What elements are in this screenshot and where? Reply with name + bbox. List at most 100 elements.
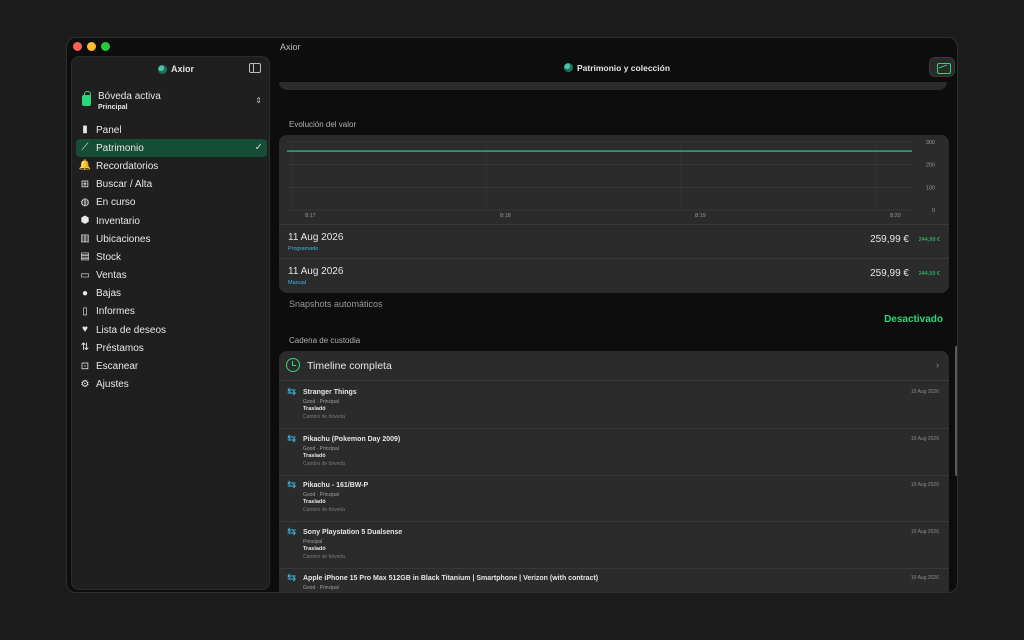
value-chart-svg: 300 200 100 0 8:17 8:18 8:19 8:20 bbox=[287, 140, 935, 219]
line-chart-icon: ⟋ bbox=[81, 142, 89, 154]
heart-icon: ♥ bbox=[82, 324, 88, 336]
timeline-item-note: Cambio de bóveda bbox=[303, 507, 345, 513]
timeline-item-action: Trasladó bbox=[303, 592, 326, 593]
timeline-item-date: 10 Aug 2026 bbox=[910, 575, 939, 581]
chart-y-tick: 300 bbox=[926, 140, 935, 146]
chart-y-tick: 200 bbox=[926, 163, 935, 169]
close-window-button[interactable] bbox=[73, 42, 82, 51]
sidebar-app-title: Axior bbox=[158, 64, 194, 74]
timeline-item-action: Trasladó bbox=[303, 499, 326, 505]
chevron-updown-icon: ⇕ bbox=[255, 96, 262, 105]
snapshot-delta: 244,99 € bbox=[918, 237, 940, 243]
timeline-item[interactable]: ⇆ Sony Playstation 5 Dualsense Principal Tr… bbox=[279, 522, 949, 569]
timeline-item-action: Trasladó bbox=[303, 452, 326, 459]
sidebar-item-informes[interactable]: ▯ Informes bbox=[76, 303, 267, 321]
snapshot-value: 259,99 € bbox=[870, 268, 909, 279]
map-icon: ▥ bbox=[80, 233, 90, 245]
sidebar-item-recordatorios[interactable]: 🔔 Recordatorios bbox=[76, 157, 267, 175]
bar-chart-icon: ▮ bbox=[82, 124, 88, 136]
sidebar-item-bajas[interactable]: ● Bajas bbox=[76, 285, 267, 303]
value-chart: 300 200 100 0 8:17 8:18 8:19 8:20 bbox=[287, 140, 937, 222]
transfer-arrows-icon: ⇆ bbox=[287, 479, 297, 491]
coin-icon: ● bbox=[81, 287, 89, 299]
sidebar-item-ubicaciones[interactable]: ▥ Ubicaciones bbox=[76, 230, 267, 248]
value-section-label: Evolución del valor bbox=[289, 120, 357, 129]
sidebar-item-label: Inventario bbox=[96, 215, 140, 227]
page-title: Patrimonio y colección bbox=[275, 63, 957, 73]
sidebar-item-ventas[interactable]: ▭ Ventas bbox=[76, 267, 267, 285]
sidebar-item-label: Escanear bbox=[96, 361, 139, 373]
timeline-item-title: Stranger Things bbox=[303, 389, 357, 396]
timeline-item-note: Cambio de bóveda bbox=[303, 553, 345, 560]
snapshot-row[interactable]: 11 Aug 2026 Programado 259,99 € 244,99 € bbox=[279, 224, 949, 258]
timeline-item-date: 10 Aug 2026 bbox=[910, 435, 939, 442]
sidebar-item-label: Ajustes bbox=[96, 379, 129, 391]
auto-snapshots-label: Snapshots automáticos bbox=[289, 299, 383, 309]
archive-icon: ▤ bbox=[80, 251, 90, 263]
sidebar-item-inventario[interactable]: ⬢ Inventario bbox=[76, 212, 267, 230]
sidebar-nav: ▮ Panel ⟋ Patrimonio ✓ 🔔 Recordatorios ⊞ Buscar … bbox=[76, 121, 267, 394]
ticket-icon: ▭ bbox=[80, 269, 90, 281]
box-icon: ⬢ bbox=[80, 215, 90, 227]
vault-subtitle: Principal bbox=[98, 104, 128, 111]
timeline-item-title: Pikachu (Pokemon Day 2009) bbox=[303, 435, 401, 443]
timeline-item-subtitle: Principal bbox=[303, 538, 323, 545]
sidebar-item-label: Buscar / Alta bbox=[96, 179, 153, 191]
timeline-item-title: Apple iPhone 15 Pro Max 512GB in Black T… bbox=[303, 575, 599, 582]
timeline-item-date: 10 Aug 2026 bbox=[910, 482, 939, 488]
sidebar-item-en-curso[interactable]: ◍ En curso bbox=[76, 194, 267, 212]
sidebar-item-panel[interactable]: ▮ Panel bbox=[76, 121, 267, 139]
previous-card-edge bbox=[279, 82, 947, 90]
sidebar-item-préstamos[interactable]: ⇅ Préstamos bbox=[76, 339, 267, 357]
timeline-item-subtitle: Good · Principal bbox=[303, 445, 339, 452]
sidebar-item-ajustes[interactable]: ⚙ Ajustes bbox=[76, 376, 267, 394]
timeline-item[interactable]: ⇆ Pikachu (Pokemon Day 2009) Good · Princi… bbox=[279, 429, 949, 476]
sidebar-item-label: Lista de deseos bbox=[96, 324, 167, 336]
page-title-text: Patrimonio y colección bbox=[576, 63, 671, 73]
chart-x-tick: 8:18 bbox=[500, 213, 511, 219]
sidebar-item-lista-de-deseos[interactable]: ♥ Lista de deseos bbox=[76, 321, 267, 339]
sidebar-item-label: Panel bbox=[96, 124, 122, 136]
scrollbar[interactable] bbox=[955, 346, 957, 476]
chart-toolbar-button[interactable] bbox=[929, 57, 955, 77]
app-window: Axior Axior Bóveda activa Principal ⇕ ▮ P… bbox=[66, 37, 958, 593]
title-bar: Axior bbox=[67, 38, 957, 56]
sidebar-item-patrimonio[interactable]: ⟋ Patrimonio ✓ bbox=[76, 139, 267, 158]
timeline-item[interactable]: ⇆ Stranger Things Good · Principal Trasladó… bbox=[279, 382, 949, 429]
chart-x-tick: 8:17 bbox=[305, 213, 316, 219]
snapshot-date: 11 Aug 2026 bbox=[288, 232, 344, 243]
chart-y-tick: 100 bbox=[926, 185, 935, 191]
transfer-arrows-icon: ⇆ bbox=[287, 386, 297, 398]
window-title: Axior bbox=[280, 42, 301, 52]
minimize-window-button[interactable] bbox=[87, 42, 96, 51]
timeline-item[interactable]: ⇆ Pikachu - 161/BW-P Good · Principal Trasl… bbox=[279, 475, 949, 522]
snapshot-row[interactable]: 11 Aug 2026 Manual 259,99 € 244,99 € bbox=[279, 258, 949, 292]
snapshot-type: Programado bbox=[288, 246, 319, 252]
auto-snapshots-toggle[interactable]: Desactivado bbox=[884, 314, 943, 325]
zoom-window-button[interactable] bbox=[101, 42, 110, 51]
vault-selector[interactable]: Bóveda activa Principal ⇕ bbox=[80, 89, 266, 115]
sidebar-item-stock[interactable]: ▤ Stock bbox=[76, 248, 267, 266]
sidebar-item-label: Patrimonio bbox=[96, 142, 144, 154]
sidebar-item-label: Recordatorios bbox=[96, 160, 159, 172]
checkmark-icon: ✓ bbox=[254, 142, 263, 154]
chart-x-tick: 8:20 bbox=[890, 213, 901, 219]
transfer-icon: ⇅ bbox=[80, 342, 90, 354]
chart-x-tick: 8:19 bbox=[695, 213, 706, 219]
grid-search-icon: ⊞ bbox=[80, 178, 90, 190]
globe-icon bbox=[158, 64, 167, 74]
sidebar-item-buscar-alta[interactable]: ⊞ Buscar / Alta bbox=[76, 176, 267, 194]
sidebar-toggle-icon[interactable] bbox=[249, 63, 261, 73]
transfer-arrows-icon: ⇆ bbox=[287, 525, 297, 538]
timeline-item[interactable]: ⇆ Apple iPhone 15 Pro Max 512GB in Black … bbox=[279, 568, 949, 593]
value-chart-card: 300 200 100 0 8:17 8:18 8:19 8:20 11 Aug 2026 P… bbox=[279, 135, 949, 293]
timeline-header-row[interactable]: Timeline completa › bbox=[279, 351, 949, 381]
sidebar-item-escanear[interactable]: ⊡ Escanear bbox=[76, 357, 267, 375]
sidebar-item-label: Stock bbox=[96, 251, 122, 263]
sidebar-item-label: En curso bbox=[96, 197, 136, 209]
bell-icon: 🔔 bbox=[78, 160, 92, 172]
timeline-item-title: Pikachu - 161/BW-P bbox=[303, 482, 369, 489]
custody-section-label: Cadena de custodia bbox=[289, 336, 361, 345]
report-icon: ▯ bbox=[82, 305, 88, 317]
app-name: Axior bbox=[171, 64, 195, 74]
